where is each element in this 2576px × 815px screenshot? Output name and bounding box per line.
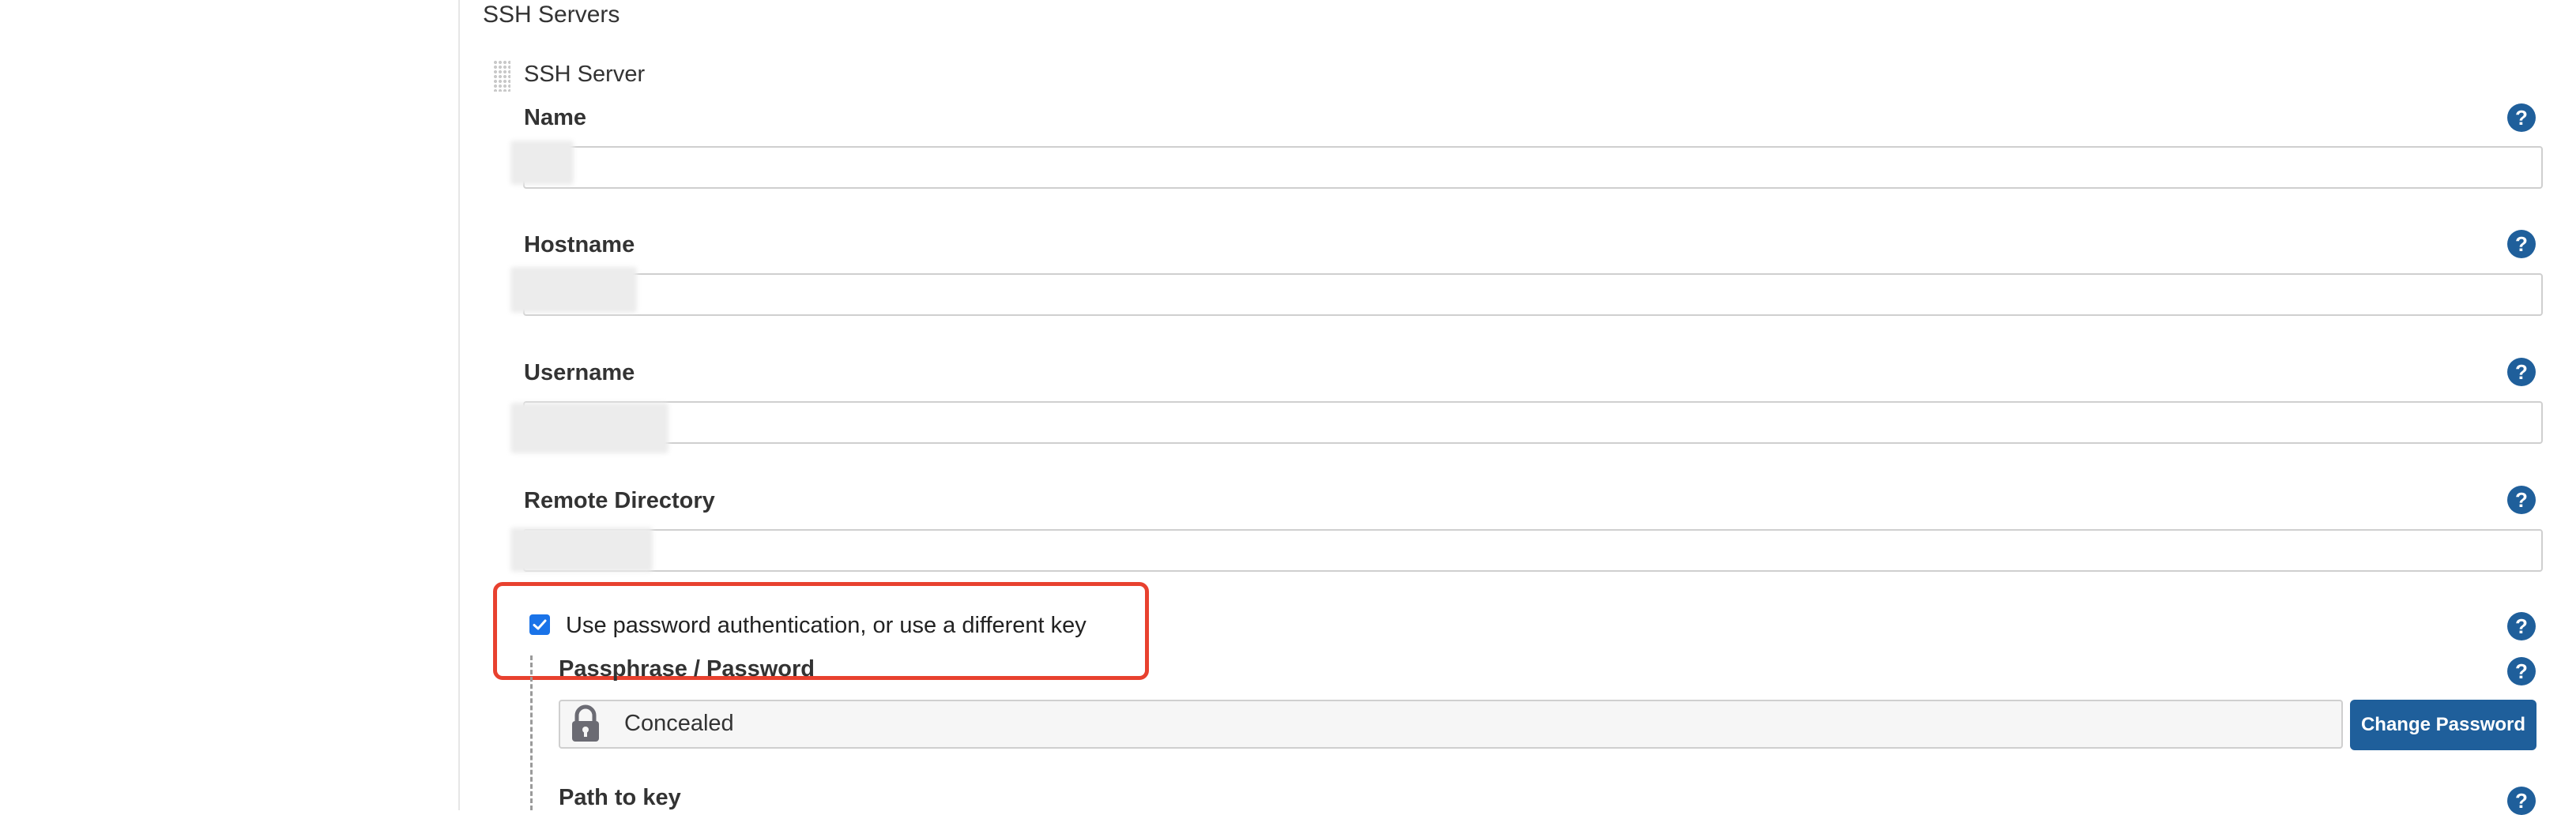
name-input[interactable] (523, 146, 2543, 189)
hostname-help-icon[interactable]: ? (2507, 230, 2536, 258)
username-help-icon[interactable]: ? (2507, 358, 2536, 386)
section-title: SSH Servers (483, 2, 620, 28)
redacted-value (510, 528, 653, 572)
redacted-value (510, 141, 574, 185)
passphrase-value: Concealed (624, 711, 734, 736)
use-password-checkbox[interactable] (529, 614, 550, 635)
nested-options-guide (530, 655, 533, 810)
password-auth-help-icon[interactable]: ? (2507, 612, 2536, 640)
path-to-key-label: Path to key (559, 785, 681, 810)
username-input[interactable] (523, 401, 2543, 444)
ssh-server-title: SSH Server (524, 62, 646, 87)
path-to-key-help-icon[interactable]: ? (2507, 787, 2536, 815)
redacted-value (510, 267, 637, 313)
name-help-icon[interactable]: ? (2507, 103, 2536, 132)
change-password-button[interactable]: Change Password (2350, 700, 2536, 750)
username-label: Username (524, 360, 635, 385)
drag-handle-icon[interactable] (493, 60, 510, 92)
redacted-value (510, 403, 668, 453)
name-label: Name (524, 105, 586, 130)
checkmark-icon (533, 619, 547, 630)
remote-directory-help-icon[interactable]: ? (2507, 486, 2536, 514)
passphrase-help-icon[interactable]: ? (2507, 657, 2536, 685)
passphrase-label: Passphrase / Password (559, 656, 815, 682)
passphrase-field (559, 700, 2343, 749)
remote-directory-input[interactable] (523, 529, 2543, 572)
remote-directory-label: Remote Directory (524, 488, 715, 513)
left-side-panel (0, 0, 460, 810)
hostname-input[interactable] (523, 273, 2543, 316)
use-password-label[interactable]: Use password authentication, or use a di… (566, 613, 1087, 639)
lock-icon (566, 704, 605, 749)
hostname-label: Hostname (524, 232, 635, 257)
